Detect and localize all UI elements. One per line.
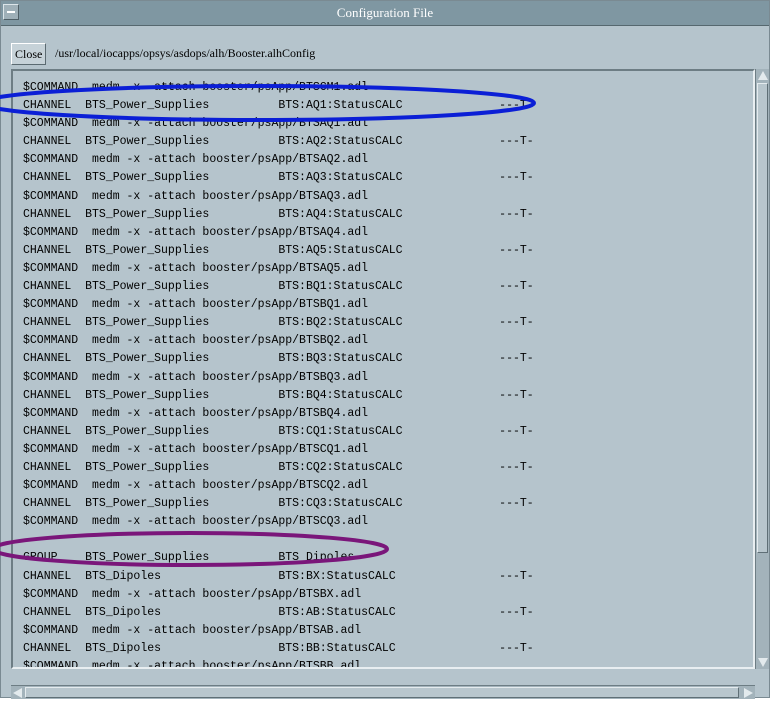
config-line: CHANNEL BTS_Power_Supplies BTS:AQ1:Statu… — [23, 99, 534, 113]
config-line: $COMMAND medm -x -attach booster/psApp/B… — [23, 587, 362, 601]
config-line: $COMMAND medm -x -attach booster/psApp/B… — [23, 225, 369, 239]
config-line: $COMMAND medm -x -attach booster/psApp/B… — [23, 153, 369, 167]
vertical-scroll-thumb[interactable] — [757, 83, 768, 553]
config-line: $COMMAND medm -x -attach booster/psApp/B… — [23, 442, 369, 456]
config-line: CHANNEL BTS_Dipoles BTS:BX:StatusCALC --… — [23, 569, 534, 583]
config-line: GROUP BTS_Power_Supplies BTS_Dipoles — [23, 551, 355, 565]
config-line: CHANNEL BTS_Power_Supplies BTS:AQ5:Statu… — [23, 243, 534, 257]
file-path: /usr/local/iocapps/opsys/asdops/alh/Boos… — [55, 46, 316, 60]
config-line: CHANNEL BTS_Power_Supplies BTS:BQ4:Statu… — [23, 388, 534, 402]
title-bar[interactable]: Configuration File — [1, 1, 769, 26]
horizontal-scrollbar[interactable] — [11, 685, 755, 699]
config-line: $COMMAND medm -x -attach booster/psApp/B… — [23, 81, 369, 94]
horizontal-scroll-thumb[interactable] — [25, 687, 739, 698]
window-title: Configuration File — [336, 5, 434, 20]
config-line: CHANNEL BTS_Dipoles BTS:BB:StatusCALC --… — [23, 641, 534, 655]
config-line: CHANNEL BTS_Power_Supplies BTS:BQ1:Statu… — [23, 280, 534, 294]
file-path-row: Close /usr/local/iocapps/opsys/asdops/al… — [11, 43, 751, 65]
config-line: $COMMAND medm -x -attach booster/psApp/B… — [23, 189, 369, 203]
config-line: CHANNEL BTS_Power_Supplies BTS:CQ3:Statu… — [23, 497, 534, 511]
config-line: CHANNEL BTS_Power_Supplies BTS:AQ4:Statu… — [23, 207, 534, 221]
config-line: CHANNEL BTS_Power_Supplies BTS:AQ2:Statu… — [23, 135, 534, 149]
config-line: $COMMAND medm -x -attach booster/psApp/B… — [23, 623, 362, 637]
config-line: $COMMAND medm -x -attach booster/psApp/B… — [23, 406, 369, 420]
config-line: CHANNEL BTS_Power_Supplies BTS:CQ1:Statu… — [23, 424, 534, 438]
vertical-scrollbar[interactable] — [755, 69, 769, 669]
config-line: CHANNEL BTS_Power_Supplies BTS:BQ2:Statu… — [23, 316, 534, 330]
config-line: CHANNEL BTS_Power_Supplies BTS:BQ3:Statu… — [23, 352, 534, 366]
config-line: $COMMAND medm -x -attach booster/psApp/B… — [23, 515, 369, 529]
config-line: $COMMAND medm -x -attach booster/psApp/B… — [23, 334, 369, 348]
config-text: $COMMAND medm -x -attach booster/psApp/B… — [23, 79, 534, 669]
config-line: $COMMAND medm -x -attach booster/psApp/B… — [23, 479, 369, 493]
config-line: $COMMAND medm -x -attach booster/psApp/B… — [23, 370, 369, 384]
config-line: CHANNEL BTS_Power_Supplies BTS:AQ3:Statu… — [23, 171, 534, 185]
scroll-down-arrow-icon[interactable] — [758, 658, 768, 667]
config-line: $COMMAND medm -x -attach booster/psApp/B… — [23, 261, 369, 275]
scroll-left-arrow-icon[interactable] — [13, 688, 22, 698]
config-line: CHANNEL BTS_Dipoles BTS:AB:StatusCALC --… — [23, 605, 534, 619]
config-line: $COMMAND medm -x -attach booster/psApp/B… — [23, 117, 369, 131]
config-line: CHANNEL BTS_Power_Supplies BTS:CQ2:Statu… — [23, 460, 534, 474]
scroll-right-arrow-icon[interactable] — [744, 688, 753, 698]
config-line: $COMMAND medm -x -attach booster/psApp/B… — [23, 660, 362, 669]
config-file-window: Configuration File Close /usr/local/ioca… — [0, 0, 770, 699]
config-line — [23, 531, 534, 549]
scroll-up-arrow-icon[interactable] — [758, 71, 768, 80]
close-button[interactable]: Close — [11, 43, 47, 65]
config-line: $COMMAND medm -x -attach booster/psApp/B… — [23, 298, 369, 312]
config-text-area[interactable]: $COMMAND medm -x -attach booster/psApp/B… — [11, 69, 755, 669]
